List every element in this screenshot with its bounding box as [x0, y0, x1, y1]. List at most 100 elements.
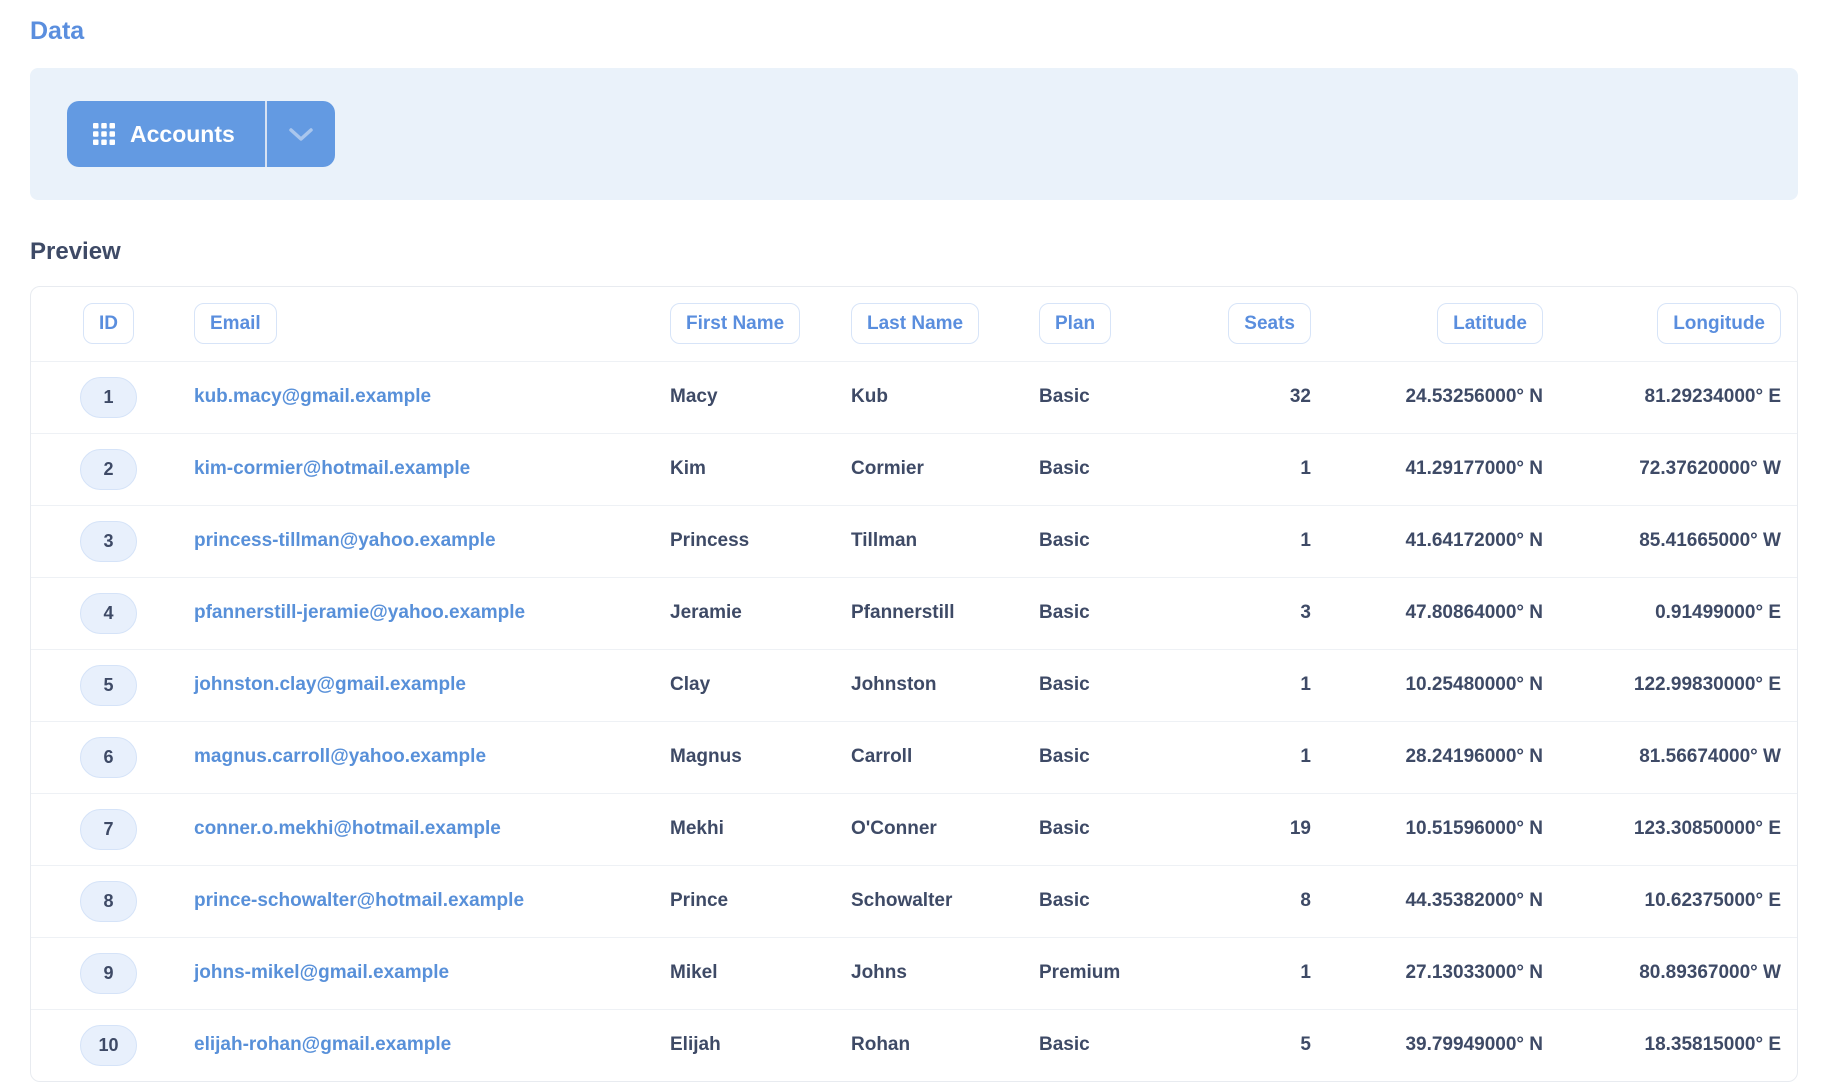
longitude-cell: 123.30850000° E: [1563, 793, 1797, 865]
plan-cell: Basic: [994, 649, 1134, 721]
last-name-cell: Johns: [824, 937, 994, 1009]
table-row: 10 elijah-rohan@gmail.example Elijah Roh…: [31, 1009, 1797, 1081]
column-chip-id[interactable]: ID: [83, 303, 134, 344]
email-link[interactable]: johns-mikel@gmail.example: [194, 962, 449, 983]
last-name-cell: Rohan: [824, 1009, 994, 1081]
data-source-panel: Accounts: [30, 68, 1798, 200]
plan-cell: Basic: [994, 793, 1134, 865]
seats-cell: 32: [1134, 361, 1331, 433]
plan-cell: Basic: [994, 577, 1134, 649]
email-link[interactable]: pfannerstill-jeramie@yahoo.example: [194, 602, 525, 623]
latitude-cell: 24.53256000° N: [1331, 361, 1563, 433]
longitude-cell: 122.99830000° E: [1563, 649, 1797, 721]
latitude-cell: 39.79949000° N: [1331, 1009, 1563, 1081]
preview-table-card: ID Email First Name Last Name Plan Seats…: [30, 286, 1798, 1082]
id-cell: 8: [31, 865, 166, 937]
column-chip-last-name[interactable]: Last Name: [851, 303, 979, 344]
table-row: 5 johnston.clay@gmail.example Clay Johns…: [31, 649, 1797, 721]
email-cell: elijah-rohan@gmail.example: [166, 1009, 644, 1081]
id-cell: 5: [31, 649, 166, 721]
latitude-cell: 41.64172000° N: [1331, 505, 1563, 577]
email-link[interactable]: kim-cormier@hotmail.example: [194, 458, 470, 479]
column-header-first-name: First Name: [644, 287, 824, 361]
latitude-cell: 28.24196000° N: [1331, 721, 1563, 793]
plan-cell: Basic: [994, 1009, 1134, 1081]
email-cell: prince-schowalter@hotmail.example: [166, 865, 644, 937]
accounts-button[interactable]: Accounts: [67, 101, 265, 167]
latitude-cell: 27.13033000° N: [1331, 937, 1563, 1009]
column-header-plan: Plan: [994, 287, 1134, 361]
table-row: 7 conner.o.mekhi@hotmail.example Mekhi O…: [31, 793, 1797, 865]
email-link[interactable]: prince-schowalter@hotmail.example: [194, 890, 524, 911]
row-id-badge: 6: [80, 737, 137, 778]
email-cell: magnus.carroll@yahoo.example: [166, 721, 644, 793]
last-name-cell: Carroll: [824, 721, 994, 793]
latitude-cell: 44.35382000° N: [1331, 865, 1563, 937]
column-header-latitude: Latitude: [1331, 287, 1563, 361]
longitude-cell: 18.35815000° E: [1563, 1009, 1797, 1081]
last-name-cell: O'Conner: [824, 793, 994, 865]
table-row: 1 kub.macy@gmail.example Macy Kub Basic …: [31, 361, 1797, 433]
last-name-cell: Tillman: [824, 505, 994, 577]
column-chip-latitude[interactable]: Latitude: [1437, 303, 1543, 344]
first-name-cell: Mekhi: [644, 793, 824, 865]
email-link[interactable]: johnston.clay@gmail.example: [194, 674, 466, 695]
email-cell: pfannerstill-jeramie@yahoo.example: [166, 577, 644, 649]
latitude-cell: 10.51596000° N: [1331, 793, 1563, 865]
seats-cell: 3: [1134, 577, 1331, 649]
data-source-dropdown-button[interactable]: [265, 101, 335, 167]
email-cell: johns-mikel@gmail.example: [166, 937, 644, 1009]
column-chip-seats[interactable]: Seats: [1228, 303, 1311, 344]
last-name-cell: Cormier: [824, 433, 994, 505]
longitude-cell: 0.91499000° E: [1563, 577, 1797, 649]
plan-cell: Basic: [994, 433, 1134, 505]
seats-cell: 1: [1134, 433, 1331, 505]
email-link[interactable]: princess-tillman@yahoo.example: [194, 530, 496, 551]
preview-section-title: Preview: [30, 238, 1828, 266]
id-cell: 10: [31, 1009, 166, 1081]
table-row: 6 magnus.carroll@yahoo.example Magnus Ca…: [31, 721, 1797, 793]
id-cell: 4: [31, 577, 166, 649]
first-name-cell: Princess: [644, 505, 824, 577]
email-cell: johnston.clay@gmail.example: [166, 649, 644, 721]
data-section-title: Data: [30, 16, 1828, 46]
accounts-button-label: Accounts: [130, 121, 235, 148]
email-link[interactable]: magnus.carroll@yahoo.example: [194, 746, 486, 767]
column-chip-longitude[interactable]: Longitude: [1657, 303, 1781, 344]
row-id-badge: 4: [80, 593, 137, 634]
email-link[interactable]: conner.o.mekhi@hotmail.example: [194, 818, 501, 839]
id-cell: 2: [31, 433, 166, 505]
row-id-badge: 8: [80, 881, 137, 922]
id-cell: 3: [31, 505, 166, 577]
page: Data Accounts: [0, 16, 1828, 1088]
id-cell: 1: [31, 361, 166, 433]
id-cell: 6: [31, 721, 166, 793]
plan-cell: Basic: [994, 505, 1134, 577]
table-row: 2 kim-cormier@hotmail.example Kim Cormie…: [31, 433, 1797, 505]
latitude-cell: 10.25480000° N: [1331, 649, 1563, 721]
last-name-cell: Pfannerstill: [824, 577, 994, 649]
first-name-cell: Jeramie: [644, 577, 824, 649]
email-link[interactable]: elijah-rohan@gmail.example: [194, 1034, 451, 1055]
column-chip-plan[interactable]: Plan: [1039, 303, 1111, 344]
row-id-badge: 5: [80, 665, 137, 706]
column-header-longitude: Longitude: [1563, 287, 1797, 361]
row-id-badge: 9: [80, 953, 137, 994]
preview-table: ID Email First Name Last Name Plan Seats…: [31, 287, 1797, 1081]
last-name-cell: Schowalter: [824, 865, 994, 937]
column-chip-first-name[interactable]: First Name: [670, 303, 800, 344]
email-link[interactable]: kub.macy@gmail.example: [194, 386, 431, 407]
longitude-cell: 85.41665000° W: [1563, 505, 1797, 577]
plan-cell: Basic: [994, 361, 1134, 433]
latitude-cell: 47.80864000° N: [1331, 577, 1563, 649]
seats-cell: 5: [1134, 1009, 1331, 1081]
seats-cell: 1: [1134, 721, 1331, 793]
longitude-cell: 80.89367000° W: [1563, 937, 1797, 1009]
row-id-badge: 1: [80, 377, 137, 418]
last-name-cell: Johnston: [824, 649, 994, 721]
longitude-cell: 81.56674000° W: [1563, 721, 1797, 793]
column-chip-email[interactable]: Email: [194, 303, 277, 344]
longitude-cell: 72.37620000° W: [1563, 433, 1797, 505]
row-id-badge: 2: [80, 449, 137, 490]
longitude-cell: 10.62375000° E: [1563, 865, 1797, 937]
